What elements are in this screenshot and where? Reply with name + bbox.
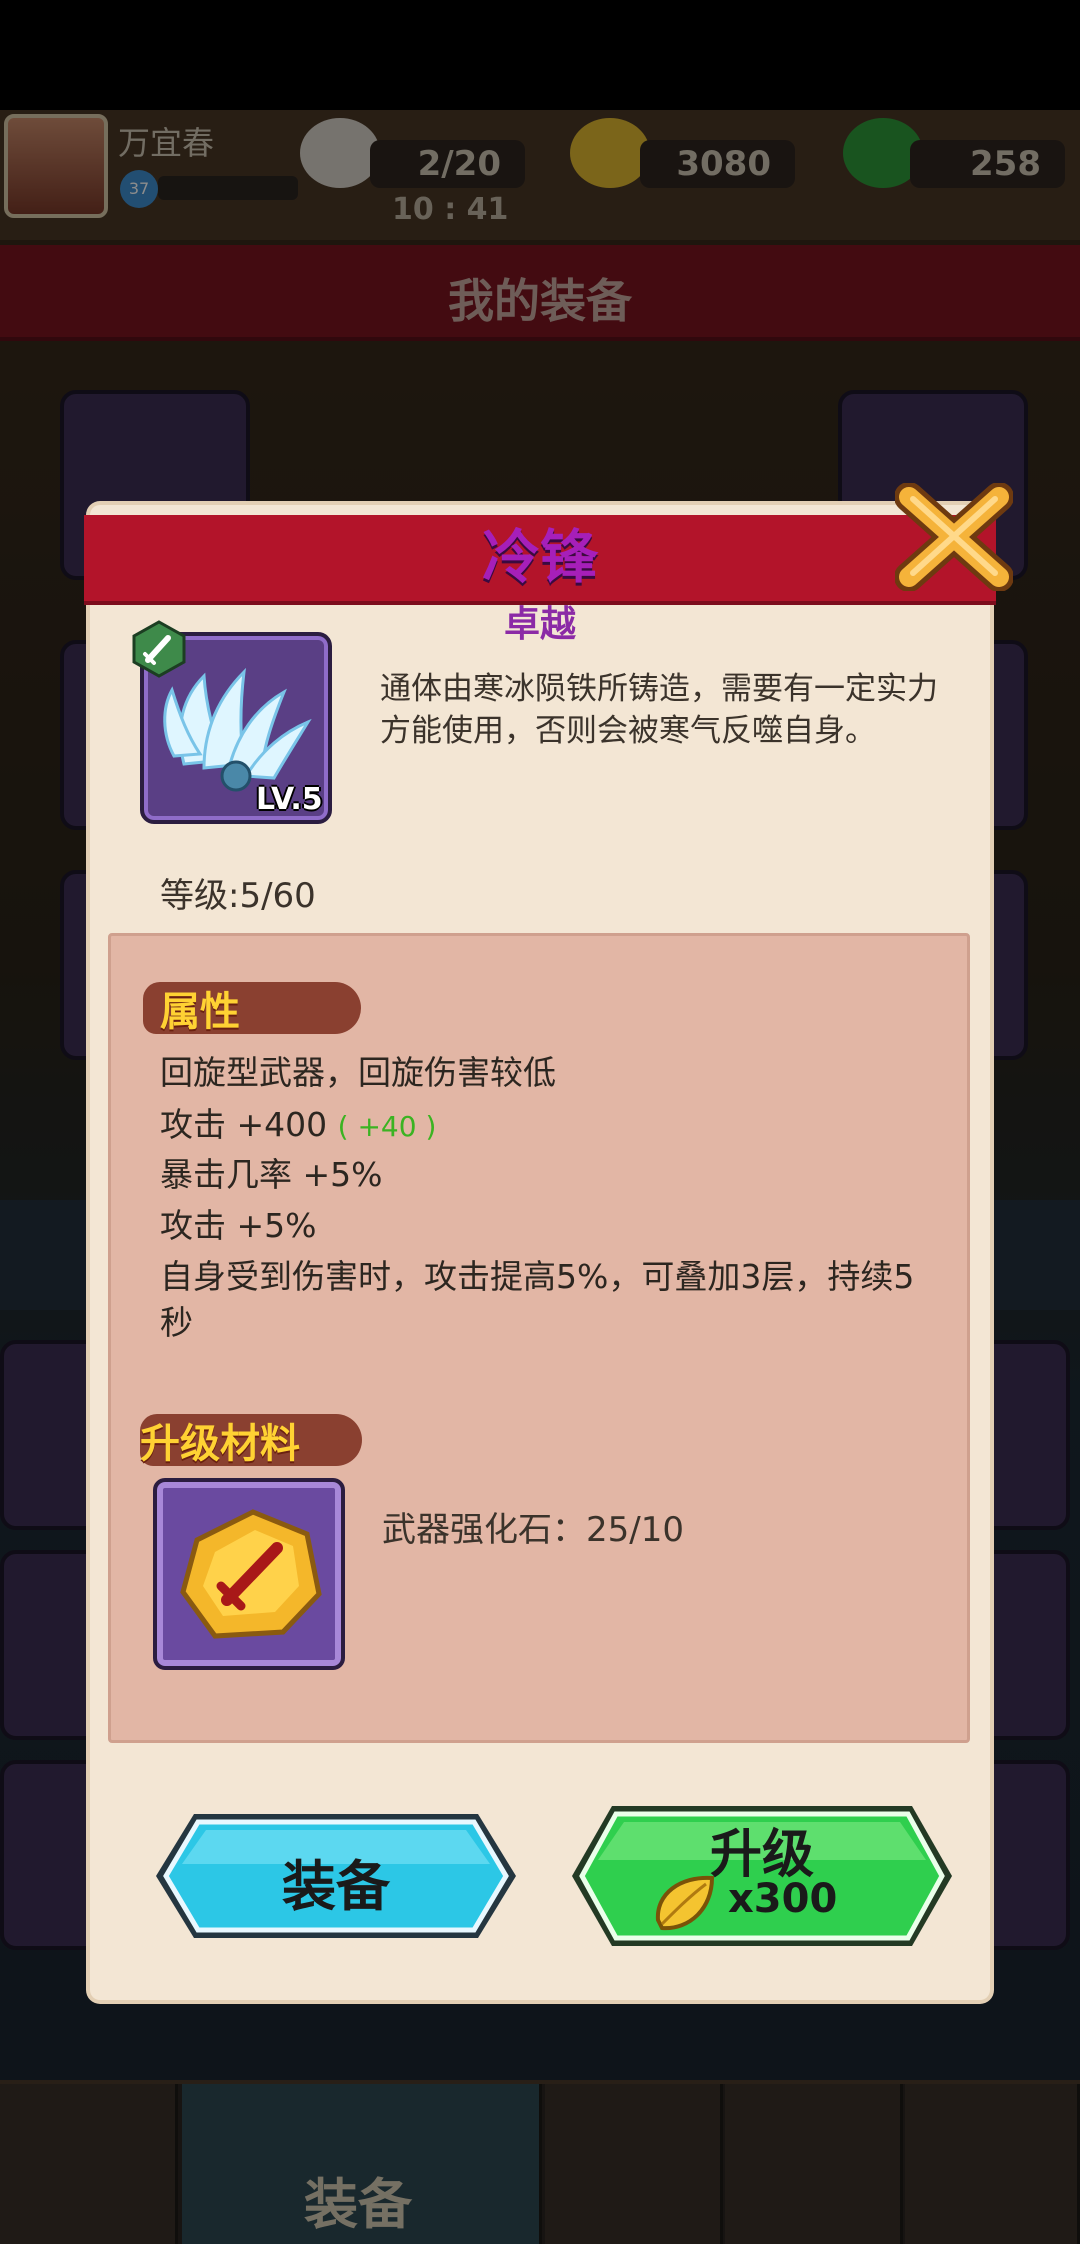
equip-label: 装备 [282, 1855, 390, 1918]
attribute-line: 攻击 +400 ( +40 ) [160, 1102, 436, 1150]
item-quality: 卓越 [503, 604, 576, 645]
attribute-text: 攻击 +400 [160, 1105, 328, 1144]
gold-leaf-icon [655, 1875, 715, 1931]
item-name: 冷锋 [481, 523, 598, 591]
attribute-line: 暴击几率 +5% [160, 1152, 383, 1198]
status-bar [0, 0, 1080, 110]
attribute-bonus: ( +40 ) [337, 1110, 437, 1143]
item-level-badge: LV.5 [256, 782, 323, 817]
materials-title: 升级材料 [140, 1421, 300, 1467]
enhancement-stone-icon [180, 1509, 322, 1639]
close-icon[interactable] [895, 483, 1013, 591]
item-description: 通体由寒冰陨铁所铸造，需要有一定实力方能使用，否则会被寒气反噬自身。 [380, 671, 938, 749]
attribute-line: 自身受到伤害时，攻击提高5%，可叠加3层，持续5秒 [160, 1254, 940, 1346]
upgrade-cost: x300 [728, 1876, 838, 1922]
attribute-text: 攻击 +5% [160, 1206, 317, 1245]
attributes-title: 属性 [160, 989, 240, 1035]
attribute-line: 回旋型武器，回旋伤害较低 [160, 1050, 556, 1096]
material-slot[interactable] [153, 1478, 345, 1670]
sword-icon [132, 620, 186, 678]
attribute-text: 回旋型武器，回旋伤害较低 [160, 1053, 556, 1092]
attribute-text: 暴击几率 +5% [160, 1155, 383, 1194]
material-count: 武器强化石：25/10 [382, 1510, 684, 1550]
item-grade: 等级:5/60 [160, 876, 316, 916]
attribute-text: 自身受到伤害时，攻击提高5%，可叠加3层，持续5秒 [160, 1257, 915, 1342]
attribute-line: 攻击 +5% [160, 1203, 317, 1249]
